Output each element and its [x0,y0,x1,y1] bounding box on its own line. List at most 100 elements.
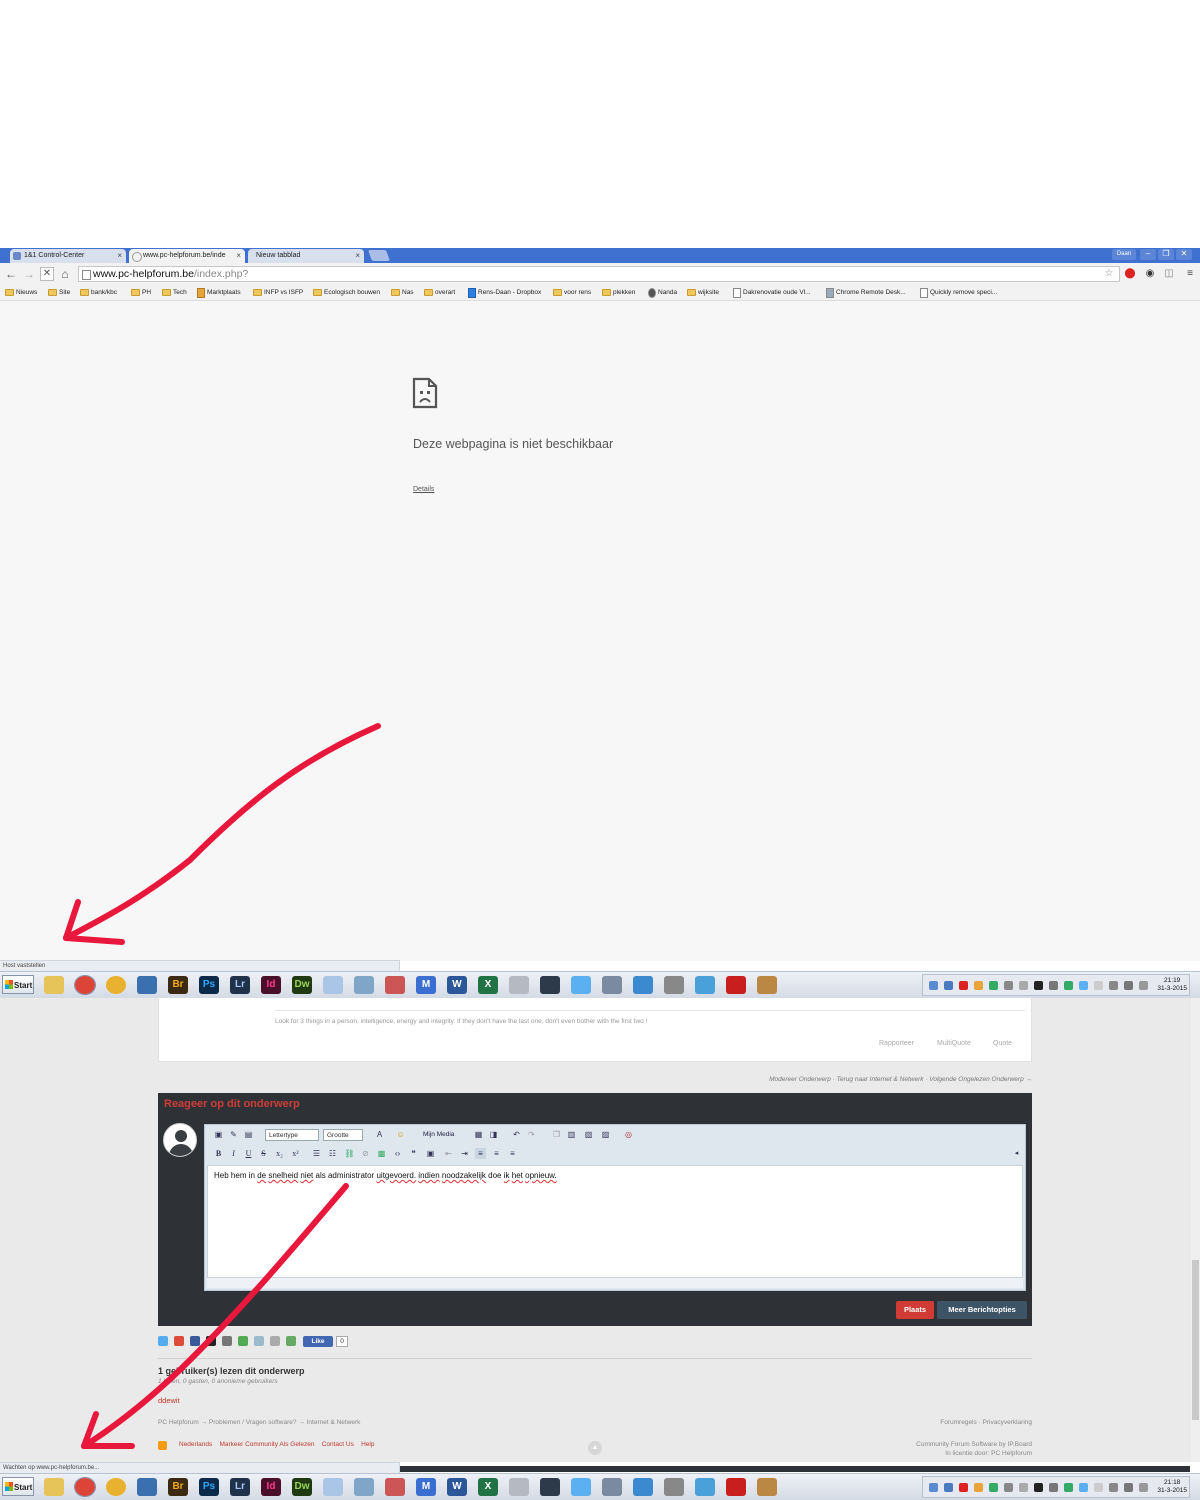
font-select[interactable]: Lettertype [265,1129,319,1141]
clock[interactable]: 21:18 31-3-2015 [1157,1479,1187,1495]
tray-item-icon[interactable] [989,981,998,990]
back-arrow-icon[interactable]: ← [4,267,18,281]
taskbar-virtualbox-icon[interactable] [354,976,374,994]
strikethrough-icon[interactable]: S [258,1148,269,1159]
tray-item-icon[interactable] [1109,1483,1118,1492]
reply-textarea[interactable]: Heb hem in de snelheid niet als administ… [207,1165,1023,1278]
taskbar-bridge-icon[interactable]: Br [168,976,188,994]
align-center-icon[interactable]: ≡ [491,1148,502,1159]
taskbar-dreamweaver-icon[interactable]: Dw [292,1478,312,1496]
rss-icon[interactable] [158,1441,167,1450]
digg-icon[interactable] [190,1336,200,1346]
image-icon[interactable]: ▩ [376,1148,387,1159]
bookmark-item[interactable]: plekken [602,287,635,298]
bookmark-item[interactable]: wijksite [687,287,719,298]
extension-icon[interactable]: ◫ [1163,268,1175,280]
bookmark-item[interactable]: Chrome Remote Desk... [825,287,906,298]
tray-item-icon[interactable] [1109,981,1118,990]
bookmark-item[interactable]: Nieuws [5,287,37,298]
home-icon[interactable]: ⌂ [58,267,72,281]
tray-item-icon[interactable] [974,981,983,990]
indent-icon[interactable]: ⇥ [459,1148,470,1159]
redo-icon[interactable]: ↷ [526,1129,537,1140]
post-button[interactable]: Plaats [896,1301,934,1319]
taskbar-chrome-canary-icon[interactable] [106,976,126,994]
taskbar-notes-icon[interactable] [509,976,529,994]
bookmark-item[interactable]: PH [131,287,151,298]
tray-item-icon[interactable] [959,1483,968,1492]
bookmark-item[interactable]: Tech [162,287,187,298]
footer-links[interactable]: Nederlands Markeer Community Als Gelezen… [179,1441,374,1448]
copy-icon[interactable]: ❐ [551,1129,562,1140]
bookmark-item[interactable]: overart [424,287,455,298]
tray-item-icon[interactable] [1094,1483,1103,1492]
tray-item-icon[interactable] [1034,1483,1043,1492]
taskbar-tools-icon[interactable] [664,976,684,994]
taskbar-explorer-icon[interactable] [44,976,64,994]
menu-icon[interactable]: ≡ [1184,268,1196,280]
tray-item-icon[interactable] [929,1483,938,1492]
align-left-icon[interactable]: ≡ [475,1148,486,1159]
1password-extension-icon[interactable]: ◉ [1144,268,1156,280]
taskbar-notepad-icon[interactable] [323,1478,343,1496]
tray-item-icon[interactable] [1034,981,1043,990]
taskbar-tools-icon[interactable] [664,1478,684,1496]
taskbar-remote-icon[interactable] [602,1478,622,1496]
tab-control-center[interactable]: 1&1 Control-Center × [10,249,126,263]
taskbar-lightroom-icon[interactable]: Lr [230,1478,250,1496]
paste-plain-icon[interactable]: ▨ [600,1129,611,1140]
facebook-like-button[interactable]: Like [303,1336,333,1347]
font-color-icon[interactable]: A [374,1129,385,1140]
tray-item-icon[interactable] [1004,1483,1013,1492]
taskbar-1password-icon[interactable] [540,976,560,994]
tray-item-icon[interactable] [1049,981,1058,990]
delicious-icon[interactable] [206,1336,216,1346]
undo-icon[interactable]: ↶ [511,1129,522,1140]
profile-button[interactable]: Daan [1112,249,1136,260]
adblock-icon[interactable]: ⬤ [1124,268,1136,280]
spellcheck-icon[interactable]: ◎ [623,1129,634,1140]
taskbar-dreamweaver-icon[interactable]: Dw [292,976,312,994]
close-tab-icon[interactable]: × [117,249,122,263]
underline-icon[interactable]: U [243,1148,254,1159]
bookmark-item[interactable]: Nas [391,287,414,298]
tray-item-icon[interactable] [1064,1483,1073,1492]
close-tab-icon[interactable]: × [236,249,241,263]
size-select[interactable]: Grootte [323,1129,363,1141]
bookmark-item[interactable]: bank/kbc [80,287,117,298]
taskbar-word-icon[interactable]: W [447,976,467,994]
emoticon-icon[interactable]: ☺ [395,1129,406,1140]
taskbar-chrome-icon[interactable] [74,1477,96,1497]
bookmark-item[interactable]: voor rens [553,287,591,298]
source-icon[interactable]: ▣ [213,1129,224,1140]
unlink-icon[interactable]: ⊘ [360,1148,371,1159]
tab-pc-helpforum[interactable]: www.pc-helpforum.be/inde × [129,249,245,263]
twitter-icon[interactable] [158,1336,168,1346]
taskbar-media-icon[interactable] [633,976,653,994]
tray-item-icon[interactable] [1124,1483,1133,1492]
taskbar-1password-icon[interactable] [540,1478,560,1496]
taskbar-acrobat-icon[interactable] [726,976,746,994]
taskbar-photoshop-icon[interactable]: Ps [199,976,219,994]
print-icon[interactable]: ▦ [473,1129,484,1140]
numbered-list-icon[interactable]: ☷ [327,1148,338,1159]
tray-item-icon[interactable] [944,981,953,990]
download-icon[interactable] [286,1336,296,1346]
spoiler-icon[interactable]: ▣ [425,1148,436,1159]
taskbar-notepad-icon[interactable] [323,976,343,994]
quote-icon[interactable]: ❝ [408,1148,419,1159]
tray-item-icon[interactable] [944,1483,953,1492]
start-button[interactable]: Start [2,1477,34,1496]
bookmark-item[interactable]: Ecologisch bouwen [313,287,380,298]
bookmark-item[interactable]: Nanda [647,287,677,298]
taskbar-icloud-icon[interactable] [571,976,591,994]
more-options-button[interactable]: Meer Berichtopties [937,1301,1027,1319]
taskbar-chrome-icon[interactable] [74,975,96,995]
google-plus-icon[interactable] [174,1336,184,1346]
breadcrumb[interactable]: PC Helpforum → Problemen / Vragen softwa… [158,1419,360,1426]
tray-item-icon[interactable] [1019,1483,1028,1492]
taskbar-notes-icon[interactable] [509,1478,529,1496]
scroll-to-top-icon[interactable]: ▲ [588,1441,602,1455]
taskbar-network-icon[interactable] [695,1478,715,1496]
stop-loading-icon[interactable]: ✕ [40,267,54,281]
